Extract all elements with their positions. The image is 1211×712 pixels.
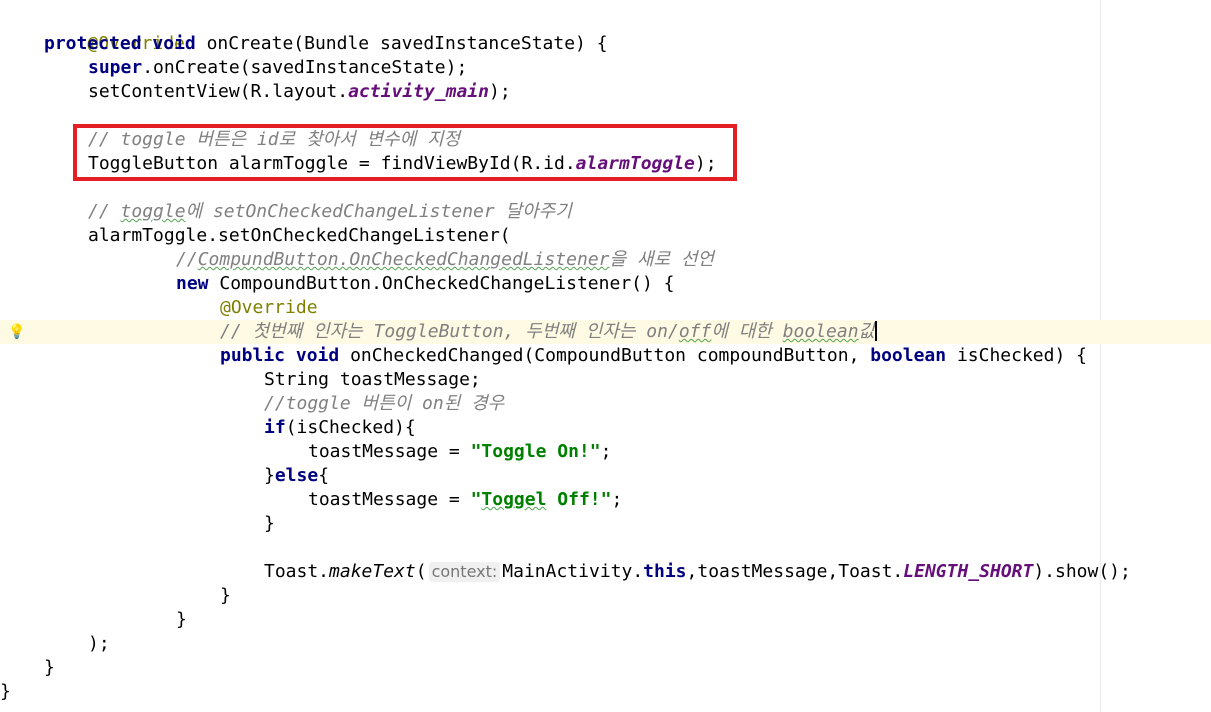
code-text: MainActivity. (502, 561, 644, 582)
code-text: setContentView(R.layout. (88, 81, 349, 102)
code-text: onCheckedChanged(CompoundButton compound… (339, 345, 871, 366)
code-line-25: } (220, 584, 231, 608)
code-line-15: public void onCheckedChanged(CompoundBut… (220, 344, 1087, 368)
string-typo: Toggel (481, 489, 547, 510)
lightbulb-icon[interactable]: 💡 (8, 323, 25, 341)
comment: // (88, 201, 121, 222)
code-text: Toast. (264, 561, 330, 582)
code-text: { (318, 465, 330, 486)
code-line-4: setContentView(R.layout.activity_main); (88, 80, 511, 104)
code-text: ,toastMessage,Toast. (686, 561, 904, 582)
code-text: } (44, 657, 55, 678)
code-text: ); (88, 633, 110, 654)
code-text: ); (694, 153, 717, 174)
annotation: @Override (220, 297, 318, 318)
code-line-16: String toastMessage; (264, 368, 481, 392)
code-line-3: super.onCreate(savedInstanceState); (88, 56, 467, 80)
code-text: ( (415, 561, 427, 582)
code-text: CompoundButton.OnCheckedChangeListener()… (208, 273, 675, 294)
code-line-19: toastMessage = "Toggle On!"; (308, 440, 611, 464)
code-text: onCreate(Bundle savedInstanceState) { (195, 33, 608, 54)
static-method: makeText (329, 561, 416, 582)
comment: // 첫번째 인자는 ToggleButton, 두번째 인자는 on/ (220, 321, 679, 342)
code-text: } (220, 585, 231, 606)
keyword: void (152, 33, 196, 54)
comment: 에 setOnCheckedChangeListener 달아주기 (185, 201, 572, 222)
code-line-13: @Override (220, 296, 318, 320)
code-text: ; (600, 441, 612, 462)
code-text: (isChecked){ (285, 417, 416, 438)
code-line-17: //toggle 버튼이 on된 경우 (264, 392, 504, 416)
code-line-27: ); (88, 632, 110, 656)
keyword: protected (44, 33, 142, 54)
code-text: toastMessage = (308, 441, 471, 462)
code-line-22: } (264, 512, 275, 536)
comment-typo: off (678, 321, 712, 342)
code-text: isChecked) { (946, 345, 1087, 366)
code-line-18: if(isChecked){ (264, 416, 416, 440)
code-line-21: toastMessage = "Toggel Off!"; (308, 488, 622, 512)
keyword: this (643, 561, 687, 582)
code-text: toastMessage = (308, 489, 471, 510)
code-text: .onCreate(savedInstanceState); (142, 57, 468, 78)
code-line-29: } (0, 680, 11, 704)
parameter-hint: context: (428, 562, 501, 582)
comment: // toggle 버튼은 id로 찾아서 변수에 지정 (88, 129, 461, 150)
string-literal: Off!" (546, 489, 612, 510)
comment-typo: boolean (782, 321, 859, 342)
code-line-26: } (176, 608, 187, 632)
field-reference: activity_main (348, 81, 489, 102)
comment: 값 (858, 321, 876, 342)
keyword: if (264, 417, 286, 438)
code-line-28: } (44, 656, 55, 680)
right-margin-guide (1100, 0, 1101, 712)
string-literal: "Toggle On!" (470, 441, 601, 462)
keyword: new (176, 273, 209, 294)
keyword: else (274, 465, 319, 486)
comment-typo: CompundButton.OnCheckedChangedListener (197, 249, 610, 270)
code-editor[interactable]: 💡 @Override protected void onCreate(Bund… (0, 0, 1211, 712)
keyword: boolean (870, 345, 947, 366)
keyword: super (88, 57, 143, 78)
code-line-2: protected void onCreate(Bundle savedInst… (44, 32, 608, 56)
comment: //toggle 버튼이 on된 경우 (264, 393, 505, 414)
code-text: } (176, 609, 187, 630)
field-reference: alarmToggle (575, 153, 695, 174)
code-text: String toastMessage; (264, 369, 481, 390)
comment: 을 새로 선언 (609, 249, 714, 270)
code-line-14: // 첫번째 인자는 ToggleButton, 두번째 인자는 on/off에… (220, 320, 878, 344)
code-line-7: ToggleButton alarmToggle = findViewById(… (88, 152, 717, 176)
code-text: } (264, 513, 275, 534)
code-line-10: alarmToggle.setOnCheckedChangeListener( (88, 224, 511, 248)
keyword: public (220, 345, 286, 366)
code-line-12: new CompoundButton.OnCheckedChangeListen… (176, 272, 675, 296)
code-text: ); (488, 81, 511, 102)
code-line-9: // toggle에 setOnCheckedChangeListener 달아… (88, 200, 572, 224)
code-text: } (264, 465, 275, 486)
field-reference: LENGTH_SHORT (903, 561, 1034, 582)
text-caret (875, 321, 878, 341)
code-line-24: Toast.makeText(context: MainActivity.this… (264, 560, 1131, 584)
code-line-11: //CompundButton.OnCheckedChangedListener… (176, 248, 714, 272)
code-text: ToggleButton alarmToggle = findViewById(… (88, 153, 576, 174)
code-text: ; (611, 489, 623, 510)
code-line-20: }else{ (264, 464, 329, 488)
comment-typo: toggle (120, 201, 186, 222)
keyword: void (295, 345, 340, 366)
code-text: } (0, 681, 11, 702)
code-line-6: // toggle 버튼은 id로 찾아서 변수에 지정 (88, 128, 460, 152)
code-line-1: @Override (44, 8, 185, 54)
comment: // (176, 249, 198, 270)
comment: 에 대한 (711, 321, 783, 342)
code-text: ).show(); (1033, 561, 1131, 582)
code-text: alarmToggle.setOnCheckedChangeListener( (88, 225, 511, 246)
string-literal: " (470, 489, 482, 510)
